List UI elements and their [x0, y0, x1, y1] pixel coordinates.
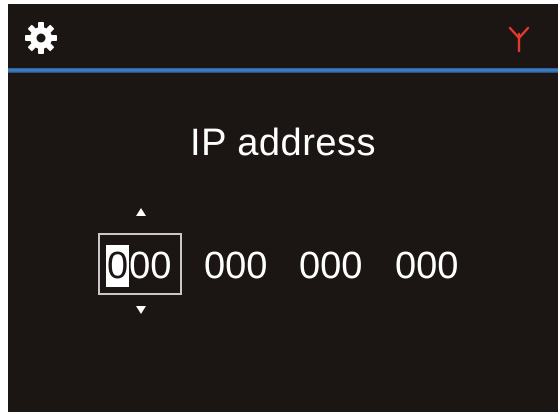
gear-icon — [25, 22, 57, 54]
octet-1-rest: 00 — [129, 245, 172, 287]
increment-arrow-icon[interactable] — [136, 208, 146, 216]
digit-cursor: 0 — [106, 245, 130, 287]
header-bar — [8, 4, 558, 68]
device-screen: IP address 000 000 000 000 — [8, 4, 558, 412]
decrement-arrow-icon[interactable] — [136, 306, 146, 314]
page-title: IP address — [190, 122, 376, 164]
ip-octet-1[interactable]: 000 — [106, 244, 171, 288]
header-divider — [8, 68, 558, 73]
antenna-icon — [508, 26, 530, 52]
ip-octet-2[interactable]: 000 — [204, 244, 267, 288]
ip-octet-4[interactable]: 000 — [395, 244, 458, 288]
ip-octet-3[interactable]: 000 — [299, 244, 362, 288]
